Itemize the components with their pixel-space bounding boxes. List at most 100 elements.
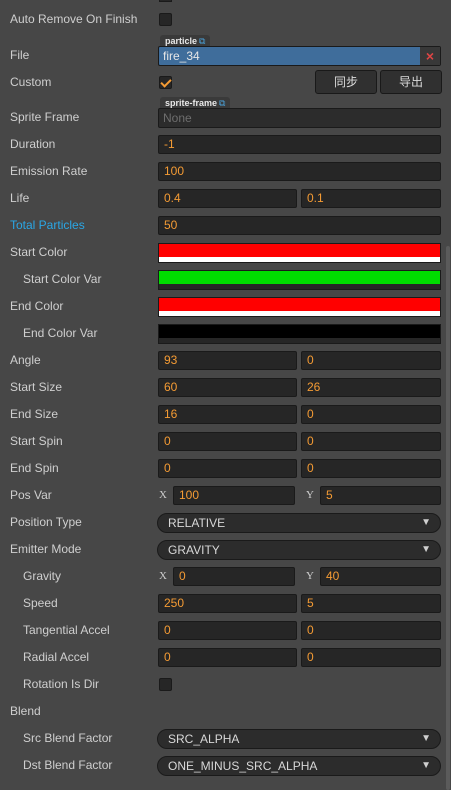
end-color-var-swatch[interactable] [158, 324, 441, 344]
duration-input[interactable]: -1 [158, 135, 441, 154]
end-size-var-input[interactable]: 0 [301, 405, 441, 424]
row-rotation-is-dir: Rotation Is Dir [0, 671, 451, 698]
row-start-spin: Start Spin 0 0 [0, 428, 451, 455]
vertical-scrollbar[interactable] [446, 246, 450, 790]
auto-remove-checkbox[interactable] [159, 13, 172, 26]
row-file: File fire_34 × [0, 42, 451, 69]
row-pos-var: Pos Var X 100 Y 5 [0, 482, 451, 509]
custom-checkbox[interactable] [159, 76, 172, 89]
row-end-size: End Size 16 0 [0, 401, 451, 428]
gravity-label: Gravity [23, 569, 62, 583]
start-color-var-fill [159, 271, 440, 284]
emitter-mode-value: GRAVITY [168, 543, 220, 557]
emission-rate-input[interactable]: 100 [158, 162, 441, 181]
pos-var-y-axis-label: Y [306, 489, 314, 501]
row-blend: Blend [0, 698, 451, 725]
total-particles-label: Total Particles [10, 218, 85, 232]
end-color-var-label: End Color Var [23, 326, 98, 340]
end-color-swatch[interactable] [158, 297, 441, 317]
angle-label: Angle [10, 353, 41, 367]
chevron-down-icon: ▼ [421, 517, 431, 528]
dst-blend-factor-select[interactable]: ONE_MINUS_SRC_ALPHA ▼ [157, 756, 441, 776]
pos-var-x-input[interactable]: 100 [173, 486, 295, 505]
row-src-blend-factor: Src Blend Factor SRC_ALPHA ▼ [0, 725, 451, 752]
row-custom: Custom 同步 导出 [0, 69, 451, 96]
row-emission-rate: Emission Rate 100 [0, 158, 451, 185]
radial-accel-var-input[interactable]: 0 [301, 648, 441, 667]
src-blend-factor-value: SRC_ALPHA [168, 732, 240, 746]
end-color-fill [159, 298, 440, 311]
gravity-x-axis-label: X [159, 570, 167, 582]
row-angle: Angle 93 0 [0, 347, 451, 374]
sprite-frame-asset-field[interactable]: None [158, 108, 441, 128]
emitter-mode-select[interactable]: GRAVITY ▼ [157, 540, 441, 560]
end-spin-label: End Spin [10, 461, 59, 475]
row-position-type: Position Type RELATIVE ▼ [0, 509, 451, 536]
row-sprite-frame: Sprite Frame None [0, 104, 451, 131]
duration-label: Duration [10, 137, 56, 151]
dst-blend-factor-value: ONE_MINUS_SRC_ALPHA [168, 759, 318, 773]
emitter-mode-label: Emitter Mode [10, 542, 82, 556]
gravity-y-axis-label: Y [306, 570, 314, 582]
row-end-spin: End Spin 0 0 [0, 455, 451, 482]
end-color-var-alpha [159, 338, 440, 343]
tangential-accel-var-input[interactable]: 0 [301, 621, 441, 640]
start-color-alpha [159, 257, 440, 262]
radial-accel-label: Radial Accel [23, 650, 90, 664]
end-size-input[interactable]: 16 [158, 405, 297, 424]
file-asset-field[interactable]: fire_34 × [158, 46, 441, 66]
row-radial-accel: Radial Accel 0 0 [0, 644, 451, 671]
start-color-var-label: Start Color Var [23, 272, 102, 286]
row-end-color: End Color [0, 293, 451, 320]
start-spin-input[interactable]: 0 [158, 432, 297, 451]
total-particles-input[interactable]: 50 [158, 216, 441, 235]
blend-label: Blend [10, 704, 41, 718]
position-type-label: Position Type [10, 515, 82, 529]
end-color-var-fill [159, 325, 440, 338]
chevron-down-icon: ▼ [421, 733, 431, 744]
end-spin-input[interactable]: 0 [158, 459, 297, 478]
src-blend-factor-label: Src Blend Factor [23, 731, 113, 745]
file-asset-value: fire_34 [163, 49, 200, 63]
life-input[interactable]: 0.4 [158, 189, 297, 208]
speed-label: Speed [23, 596, 58, 610]
start-color-var-alpha [159, 284, 440, 289]
angle-input[interactable]: 93 [158, 351, 297, 370]
rotation-is-dir-checkbox[interactable] [159, 678, 172, 691]
speed-var-input[interactable]: 5 [301, 594, 441, 613]
start-size-var-input[interactable]: 26 [301, 378, 441, 397]
start-color-var-swatch[interactable] [158, 270, 441, 290]
file-label: File [10, 48, 30, 62]
end-spin-var-input[interactable]: 0 [301, 459, 441, 478]
src-blend-factor-select[interactable]: SRC_ALPHA ▼ [157, 729, 441, 749]
previous-checkbox-edge [159, 0, 172, 2]
life-var-input[interactable]: 0.1 [301, 189, 441, 208]
speed-input[interactable]: 250 [158, 594, 297, 613]
export-button[interactable]: 导出 [380, 70, 442, 94]
auto-remove-label: Auto Remove On Finish [10, 12, 138, 26]
start-color-swatch[interactable] [158, 243, 441, 263]
row-emitter-mode: Emitter Mode GRAVITY ▼ [0, 536, 451, 563]
position-type-select[interactable]: RELATIVE ▼ [157, 513, 441, 533]
start-size-input[interactable]: 60 [158, 378, 297, 397]
row-total-particles: Total Particles 50 [0, 212, 451, 239]
radial-accel-input[interactable]: 0 [158, 648, 297, 667]
row-start-size: Start Size 60 26 [0, 374, 451, 401]
tangential-accel-input[interactable]: 0 [158, 621, 297, 640]
clear-icon[interactable]: × [420, 47, 440, 65]
row-speed: Speed 250 5 [0, 590, 451, 617]
row-dst-blend-factor: Dst Blend Factor ONE_MINUS_SRC_ALPHA ▼ [0, 752, 451, 779]
start-spin-var-input[interactable]: 0 [301, 432, 441, 451]
angle-var-input[interactable]: 0 [301, 351, 441, 370]
row-start-color: Start Color [0, 239, 451, 266]
gravity-x-input[interactable]: 0 [173, 567, 295, 586]
emission-rate-label: Emission Rate [10, 164, 88, 178]
row-duration: Duration -1 [0, 131, 451, 158]
row-auto-remove: Auto Remove On Finish [0, 6, 451, 33]
pos-var-y-input[interactable]: 5 [320, 486, 441, 505]
sync-button[interactable]: 同步 [315, 70, 377, 94]
start-size-label: Start Size [10, 380, 63, 394]
pos-var-x-axis-label: X [159, 489, 167, 501]
custom-label: Custom [10, 75, 52, 89]
gravity-y-input[interactable]: 40 [320, 567, 441, 586]
